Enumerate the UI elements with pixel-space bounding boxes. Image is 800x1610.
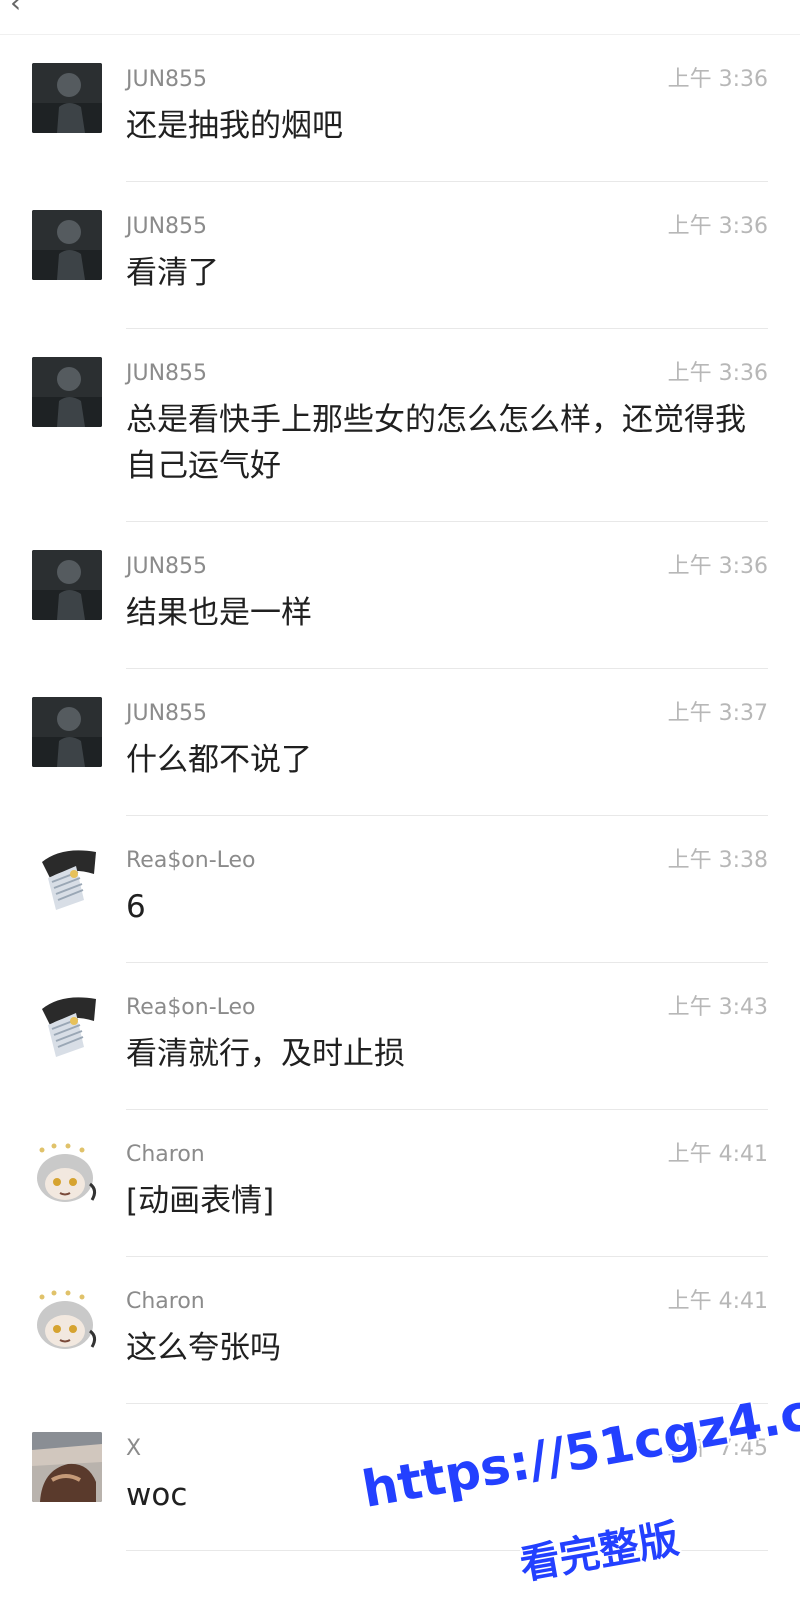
avatar[interactable] xyxy=(32,550,102,620)
top-bar: ‹ xyxy=(0,0,800,35)
jun855-avatar-icon xyxy=(32,550,102,620)
avatar[interactable] xyxy=(32,210,102,280)
message-text: 看清就行，及时止损 xyxy=(126,1036,405,1072)
message-item: Rea$on-Leo 上午 3:43 看清就行，及时止损 xyxy=(0,963,800,1110)
message-time: 上午 3:43 xyxy=(667,995,768,1020)
jun855-avatar-icon xyxy=(32,63,102,133)
chat-message-list: JUN855 上午 3:36 还是抽我的烟吧 JUN855 上午 3:36 看清… xyxy=(0,35,800,1551)
message-text: 什么都不说了 xyxy=(126,742,312,778)
avatar[interactable] xyxy=(32,697,102,767)
message-time: 上午 3:38 xyxy=(667,848,768,873)
message-text: [动画表情] xyxy=(126,1183,275,1219)
avatar[interactable] xyxy=(32,357,102,427)
avatar[interactable] xyxy=(32,844,102,914)
message-text: 6 xyxy=(126,889,146,925)
x-avatar-icon xyxy=(32,1432,102,1502)
message-text: 总是看快手上那些女的怎么怎么样，还觉得我自己运气好 xyxy=(126,402,746,484)
avatar[interactable] xyxy=(32,1285,102,1355)
avatar[interactable] xyxy=(32,1138,102,1208)
message-text: 这么夸张吗 xyxy=(126,1330,281,1366)
message-time: 上午 4:41 xyxy=(667,1289,768,1314)
jun855-avatar-icon xyxy=(32,697,102,767)
message-item: Charon 上午 4:41 [动画表情] xyxy=(0,1110,800,1257)
message-item: JUN855 上午 3:37 什么都不说了 xyxy=(0,669,800,816)
jun855-avatar-icon xyxy=(32,357,102,427)
avatar[interactable] xyxy=(32,1432,102,1502)
message-item: JUN855 上午 3:36 看清了 xyxy=(0,182,800,329)
message-time: 上午 4:41 xyxy=(667,1142,768,1167)
message-text: 还是抽我的烟吧 xyxy=(126,108,343,144)
message-time: 上午 3:36 xyxy=(667,67,768,92)
divider xyxy=(126,1550,768,1551)
avatar[interactable] xyxy=(32,991,102,1061)
message-time: 上午 7:45 xyxy=(667,1436,768,1461)
jun855-avatar-icon xyxy=(32,210,102,280)
charon-avatar-icon xyxy=(32,1138,102,1208)
charon-avatar-icon xyxy=(32,1285,102,1355)
message-item: JUN855 上午 3:36 结果也是一样 xyxy=(0,522,800,669)
message-text: 结果也是一样 xyxy=(126,595,312,631)
message-item: JUN855 上午 3:36 还是抽我的烟吧 xyxy=(0,35,800,182)
message-time: 上午 3:37 xyxy=(667,701,768,726)
message-time: 上午 3:36 xyxy=(667,361,768,386)
message-item: Charon 上午 4:41 这么夸张吗 xyxy=(0,1257,800,1404)
message-time: 上午 3:36 xyxy=(667,214,768,239)
back-arrow-icon[interactable]: ‹ xyxy=(10,0,21,19)
reason-leo-avatar-icon xyxy=(32,991,102,1061)
message-item: X 上午 7:45 woc xyxy=(0,1404,800,1551)
reason-leo-avatar-icon xyxy=(32,844,102,914)
message-text: woc xyxy=(126,1477,188,1513)
message-time: 上午 3:36 xyxy=(667,554,768,579)
message-item: JUN855 上午 3:36 总是看快手上那些女的怎么怎么样，还觉得我自己运气好 xyxy=(0,329,800,522)
avatar[interactable] xyxy=(32,63,102,133)
message-item: Rea$on-Leo 上午 3:38 6 xyxy=(0,816,800,963)
message-text: 看清了 xyxy=(126,255,219,291)
